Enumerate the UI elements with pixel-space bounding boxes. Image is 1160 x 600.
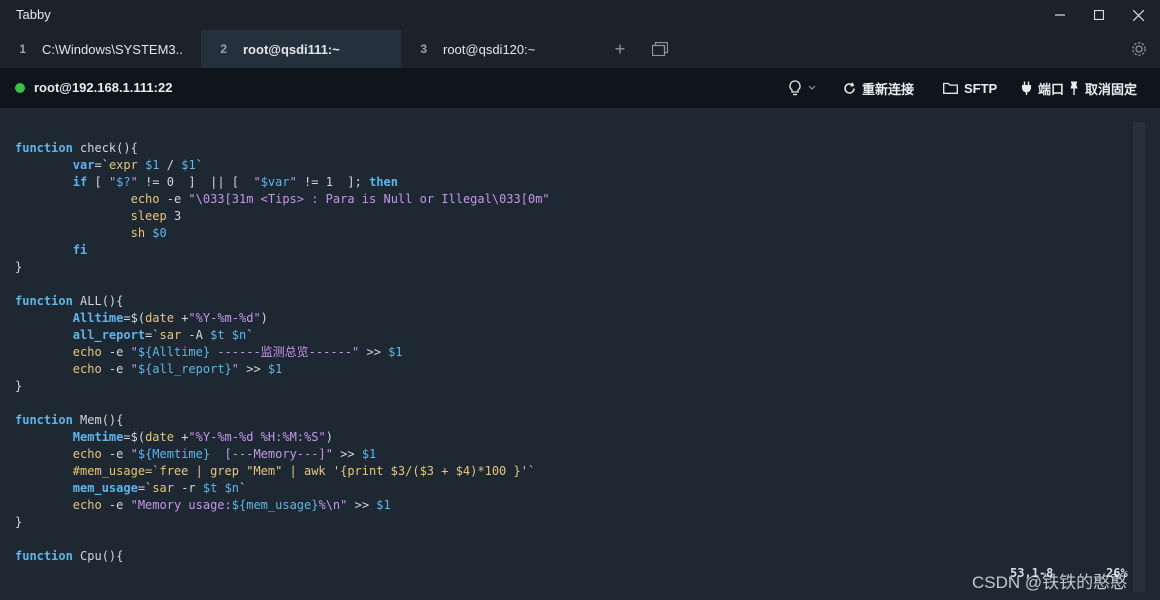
terminal-line: Alltime=$(date +"%Y-%m-%d") [72, 311, 268, 325]
maximize-button[interactable] [1079, 0, 1119, 30]
title-bar: Tabby [0, 0, 1160, 30]
terminal-line: echo -e "${Alltime} ------监测总览------" >>… [72, 345, 403, 359]
terminal-line: Memtime=$(date +"%Y-%m-%d %H:%M:%S") [72, 430, 333, 444]
terminal-line: sh $0 [130, 226, 167, 240]
tab-label: root@qsdi111:~ [243, 41, 340, 57]
host-label: root@192.168.1.111:22 [34, 80, 173, 95]
app-title: Tabby [16, 7, 51, 22]
terminal-line: echo -e "${Memtime} [---Memory---]" >> $… [72, 447, 377, 461]
tab-bar: 1 C:\Windows\SYSTEM3... 2 root@qsdi111:~… [0, 30, 1160, 68]
tab-number: 2 [220, 42, 227, 56]
tab-number: 3 [420, 42, 427, 56]
session-toolbar: root@192.168.1.111:22 重新连接 SFTP 端口 取消固定 [0, 68, 1160, 108]
terminal-line: echo -e "Memory usage:${mem_usage}%\n" >… [72, 498, 391, 512]
watermark: CSDN @铁铁的憨憨 [972, 573, 1128, 592]
terminal-line: function Mem(){ [15, 413, 124, 427]
terminal-line: } [15, 379, 23, 393]
chevron-down-icon [808, 85, 816, 90]
reconnect-button[interactable]: 重新连接 [843, 68, 914, 108]
terminal-line: echo -e "\033[31m <Tips> : Para is Null … [130, 192, 550, 206]
terminal-line: } [15, 515, 23, 529]
lightbulb-icon [789, 80, 801, 96]
sftp-button[interactable]: SFTP [943, 68, 997, 108]
terminal-line: function check(){ [15, 141, 138, 155]
connection-status-dot [15, 83, 25, 93]
close-icon [1132, 9, 1144, 21]
pin-icon [1070, 81, 1078, 95]
terminal-line: echo -e "${all_report}" >> $1 [72, 362, 283, 376]
close-button[interactable] [1118, 0, 1158, 30]
sftp-label: SFTP [964, 80, 998, 96]
plug-icon [1022, 81, 1031, 95]
tab-label: root@qsdi120:~ [443, 41, 536, 57]
ports-button[interactable]: 端口 [1021, 68, 1064, 108]
plus-icon: + [614, 38, 626, 59]
folder-icon [943, 82, 958, 94]
maximize-icon [1094, 10, 1104, 20]
tab-label: C:\Windows\SYSTEM3... [42, 41, 182, 57]
terminal-line: if [ "$?" != 0 ] || [ "$var" != 1 ]; the… [72, 175, 398, 189]
reconnect-label: 重新连接 [862, 81, 915, 97]
minimize-icon [1055, 14, 1065, 16]
ai-hint-dropdown[interactable] [788, 68, 822, 108]
unpin-button[interactable]: 取消固定 [1069, 68, 1137, 108]
terminal-line: mem_usage=`sar -r $t $n` [72, 481, 247, 495]
terminal-line: sleep 3 [130, 209, 182, 223]
settings-button[interactable] [1128, 38, 1150, 60]
tab-3[interactable]: 3 root@qsdi120:~ [401, 30, 601, 68]
terminal-line: #mem_usage=`free | grep "Mem" | awk '{pr… [15, 464, 536, 478]
minimize-button[interactable] [1040, 0, 1080, 30]
window-stack-icon [652, 42, 668, 56]
tab-2[interactable]: 2 root@qsdi111:~ [201, 30, 401, 68]
terminal-line: all_report=`sar -A $t $n` [72, 328, 254, 342]
terminal-line: var=`expr $1 / $1` [72, 158, 203, 172]
ports-label: 端口 [1038, 81, 1065, 97]
terminal-output: function check(){ var=`expr $1 / $1` if … [15, 123, 550, 565]
refresh-icon [844, 81, 855, 94]
unpin-label: 取消固定 [1085, 81, 1138, 97]
terminal-line: function ALL(){ [15, 294, 124, 308]
terminal-line: fi [72, 243, 88, 257]
new-window-button[interactable] [650, 30, 670, 68]
gear-icon [1132, 42, 1146, 56]
terminal-line: function Cpu(){ [15, 549, 124, 563]
terminal-scrollbar[interactable] [1133, 122, 1145, 592]
tab-1[interactable]: 1 C:\Windows\SYSTEM3... [0, 30, 200, 68]
terminal-line: } [15, 260, 23, 274]
tab-number: 1 [19, 42, 26, 56]
new-tab-button[interactable]: + [610, 30, 630, 68]
